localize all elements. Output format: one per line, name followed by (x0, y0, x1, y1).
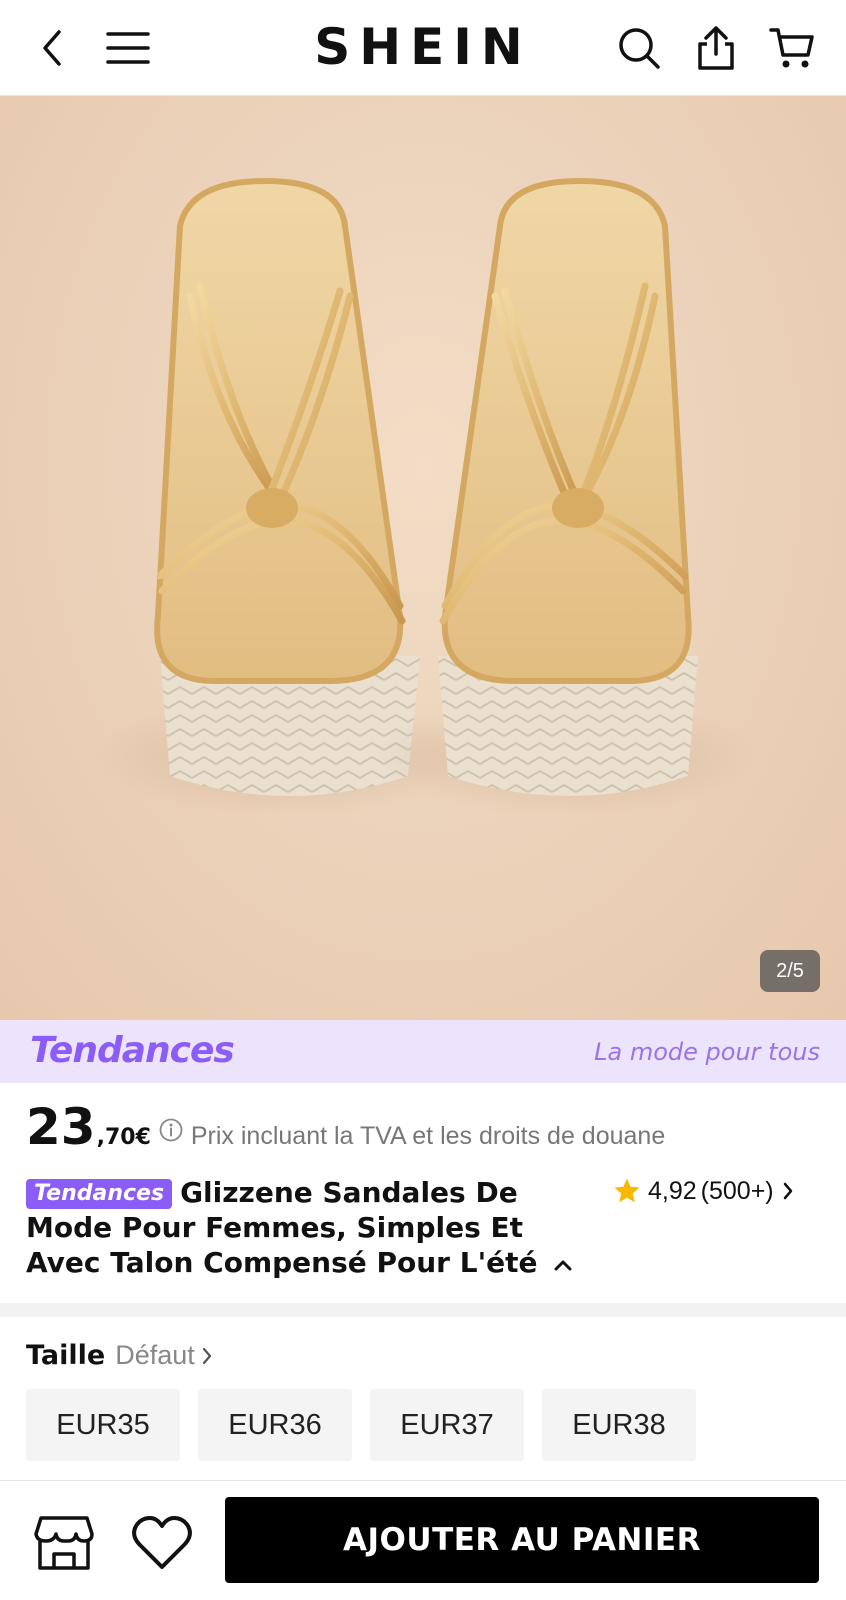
size-options: EUR35 EUR36 EUR37 EUR38 (26, 1389, 696, 1461)
bottom-action-bar: AJOUTER AU PANIER (0, 1480, 846, 1600)
top-nav-bar: SHEIN (0, 0, 846, 96)
share-icon (698, 26, 734, 70)
heart-icon (132, 1516, 192, 1569)
share-button[interactable] (690, 22, 742, 74)
search-button[interactable] (613, 22, 665, 74)
size-option-eur35[interactable]: EUR35 (26, 1389, 180, 1461)
star-icon (614, 1178, 640, 1203)
info-icon[interactable] (159, 1118, 183, 1147)
price-decimal: ,70€ (96, 1125, 151, 1150)
product-image[interactable]: 2/5 (0, 96, 846, 1020)
product-title: Tendances Glizzene Sandales De Mode Pour … (26, 1175, 596, 1280)
chevron-up-icon[interactable] (553, 1258, 573, 1272)
size-option-eur36[interactable]: EUR36 (198, 1389, 352, 1461)
chevron-right-icon (783, 1182, 792, 1200)
rating-value: 4,92 (648, 1176, 697, 1205)
size-label: Taille (26, 1340, 106, 1371)
product-title-block[interactable]: Tendances Glizzene Sandales De Mode Pour … (26, 1175, 596, 1280)
trends-banner[interactable]: Tendances La mode pour tous (0, 1020, 846, 1083)
trends-badge: Tendances (26, 1179, 173, 1209)
cart-icon (769, 28, 814, 68)
rating-summary[interactable]: 4,92 (500+) (612, 1175, 794, 1207)
add-to-cart-button[interactable]: AJOUTER AU PANIER (225, 1497, 819, 1583)
section-divider (0, 1303, 846, 1317)
review-count: (500+) (700, 1176, 774, 1205)
sandals-illustration (95, 177, 755, 816)
store-icon (34, 1516, 94, 1570)
wishlist-button[interactable] (130, 1511, 194, 1575)
size-option-eur37[interactable]: EUR37 (370, 1389, 524, 1461)
trends-logo: Tendances (30, 1030, 235, 1071)
store-button[interactable] (32, 1511, 96, 1575)
size-option-eur38[interactable]: EUR38 (542, 1389, 696, 1461)
trends-tagline: La mode pour tous (594, 1038, 820, 1066)
price-row: 23 ,70€ Prix incluant la TVA et les droi… (26, 1098, 666, 1156)
search-icon (619, 28, 660, 69)
cart-button[interactable] (766, 22, 818, 74)
chevron-right-icon (202, 1347, 211, 1364)
tax-note: Prix incluant la TVA et les droits de do… (190, 1122, 666, 1150)
price-integer: 23 (26, 1098, 96, 1156)
image-counter: 2/5 (760, 950, 820, 992)
size-default-link[interactable]: Défaut (115, 1340, 195, 1371)
size-header[interactable]: Taille Défaut (26, 1340, 213, 1371)
